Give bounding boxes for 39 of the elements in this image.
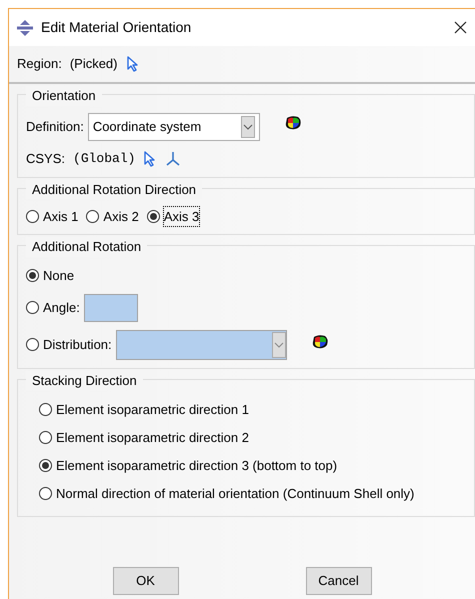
- color-map-icon[interactable]: [284, 115, 302, 131]
- pointer-icon[interactable]: [126, 56, 140, 72]
- radio-label[interactable]: Element isoparametric direction 1: [56, 400, 249, 420]
- caret-icon[interactable]: [274, 342, 284, 348]
- radio-button[interactable]: [26, 338, 39, 351]
- radio-button[interactable]: [86, 210, 100, 223]
- csys-label: CSYS:: [26, 150, 66, 168]
- definition-label: Definition:: [26, 118, 84, 136]
- radio-label[interactable]: Angle:: [43, 298, 80, 318]
- region-label: Region:: [17, 55, 62, 74]
- cancel-button[interactable]: Cancel: [306, 567, 372, 595]
- definition-dropdown[interactable]: Coordinate system: [88, 113, 260, 141]
- app-icon: [17, 20, 33, 36]
- angle-field[interactable]: [84, 294, 138, 322]
- radio-label[interactable]: Axis 3: [164, 206, 200, 226]
- radio-button[interactable]: [26, 269, 39, 282]
- radio-label[interactable]: None: [43, 266, 74, 286]
- radio-label[interactable]: Element isoparametric direction 3 (bottom to top): [56, 456, 338, 476]
- radio-button[interactable]: [26, 301, 39, 314]
- caret-icon[interactable]: [242, 124, 253, 130]
- window-title: Edit Material Orientation: [41, 18, 192, 37]
- radio-button[interactable]: [39, 431, 52, 444]
- radio-label[interactable]: Element isoparametric direction 2: [56, 428, 249, 448]
- radio-button[interactable]: [26, 210, 39, 223]
- radio-button[interactable]: [146, 210, 160, 223]
- close-icon[interactable]: [454, 21, 467, 34]
- radio-label[interactable]: Axis 1: [43, 206, 78, 226]
- radio-label[interactable]: Distribution:: [43, 334, 112, 354]
- csys-value: (Global): [73, 150, 136, 168]
- radio-label[interactable]: Normal direction of material orientation (Continuum Shell only): [56, 484, 414, 504]
- ok-button[interactable]: OK: [112, 567, 178, 595]
- radio-button[interactable]: [39, 403, 52, 416]
- radio-button[interactable]: [39, 487, 52, 500]
- color-map-icon[interactable]: [310, 334, 329, 350]
- axes-icon[interactable]: [165, 150, 182, 167]
- radio-label[interactable]: Axis 2: [103, 206, 139, 226]
- radio-button[interactable]: [39, 459, 52, 472]
- pointer-icon[interactable]: [143, 150, 158, 167]
- region-value: (Picked): [70, 55, 118, 74]
